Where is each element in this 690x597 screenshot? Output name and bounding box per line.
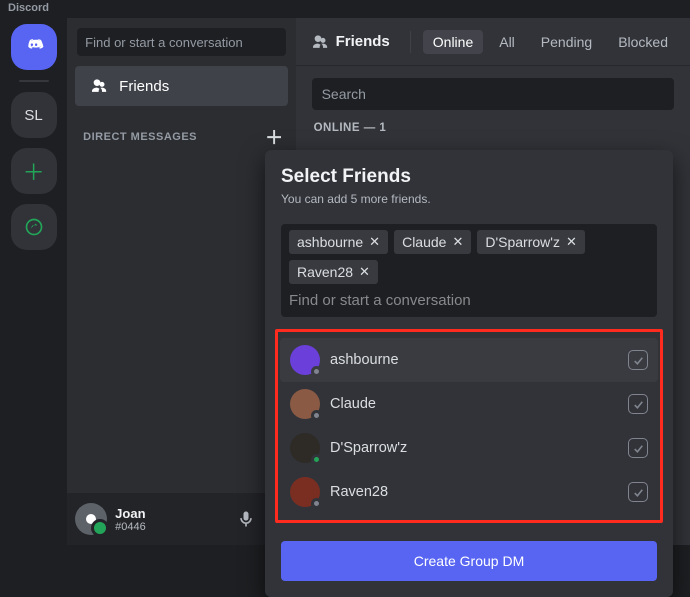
- status-offline-icon: [311, 366, 322, 377]
- friend-row[interactable]: ashbourne: [280, 338, 658, 382]
- friends-nav-button[interactable]: Friends: [75, 66, 287, 106]
- friends-icon: [308, 32, 328, 52]
- create-group-dm-button[interactable]: Create Group DM: [281, 541, 657, 581]
- friend-name: Raven28: [330, 484, 388, 500]
- user-tag: #0446: [115, 521, 146, 533]
- status-online-icon: [311, 454, 322, 465]
- friends-topbar: Friends Online All Pending Blocked: [296, 18, 690, 66]
- friend-checkbox[interactable]: [628, 438, 648, 458]
- window-titlebar: Discord: [0, 0, 690, 18]
- discord-logo-icon: [22, 35, 46, 59]
- guild-sl[interactable]: SL: [11, 92, 57, 138]
- chip-label: Raven28: [297, 264, 353, 280]
- chip-raven28[interactable]: Raven28 ✕: [289, 260, 378, 284]
- popover-search-input[interactable]: Find or start a conversation: [289, 284, 649, 309]
- chip-label: Claude: [402, 234, 446, 250]
- tab-blocked[interactable]: Blocked: [608, 30, 678, 54]
- friends-nav-label: Friends: [119, 78, 169, 95]
- create-dm-button[interactable]: ＋: [265, 124, 284, 150]
- remove-chip-icon[interactable]: ✕: [369, 234, 380, 250]
- tab-pending[interactable]: Pending: [531, 30, 602, 54]
- selected-chips: ashbourne ✕ Claude ✕ D'Sparrow'z ✕ Raven28 ✕: [289, 230, 649, 284]
- remove-chip-icon[interactable]: ✕: [359, 264, 370, 280]
- guild-separator: [19, 80, 49, 82]
- status-offline-icon: [311, 498, 322, 509]
- friend-avatar: [290, 345, 320, 375]
- popover-subtitle: You can add 5 more friends.: [281, 192, 657, 206]
- add-server-button[interactable]: ＋: [11, 148, 57, 194]
- check-icon: [632, 442, 645, 455]
- status-offline-icon: [311, 410, 322, 421]
- user-name: Joan: [115, 506, 146, 521]
- remove-chip-icon[interactable]: ✕: [452, 234, 463, 250]
- friend-name: ashbourne: [330, 352, 399, 368]
- friend-row[interactable]: Claude: [280, 382, 658, 426]
- dm-section: Friends: [67, 64, 295, 108]
- user-info[interactable]: Joan #0446: [115, 506, 146, 533]
- guild-list: SL ＋: [0, 18, 67, 545]
- friend-name: Claude: [330, 396, 376, 412]
- friends-search-input[interactable]: Search: [312, 78, 674, 110]
- popover-search[interactable]: ashbourne ✕ Claude ✕ D'Sparrow'z ✕ Raven28 ✕ Fi…: [281, 224, 657, 317]
- tab-separator: [410, 31, 411, 53]
- chip-label: D'Sparrow'z: [485, 234, 560, 250]
- friends-header: Friends: [308, 32, 398, 52]
- check-icon: [632, 354, 645, 367]
- friends-header-label: Friends: [336, 33, 390, 50]
- home-button[interactable]: [11, 24, 57, 70]
- check-icon: [632, 398, 645, 411]
- friends-icon: [87, 76, 107, 96]
- check-icon: [632, 486, 645, 499]
- user-panel: Joan #0446: [67, 493, 295, 545]
- tab-online[interactable]: Online: [423, 30, 483, 54]
- friend-name: D'Sparrow'z: [330, 440, 407, 456]
- chip-d-sparrow-z[interactable]: D'Sparrow'z ✕: [477, 230, 585, 254]
- explore-servers-button[interactable]: [11, 204, 57, 250]
- chip-ashbourne[interactable]: ashbourne ✕: [289, 230, 388, 254]
- select-friends-popover: Select Friends You can add 5 more friend…: [265, 150, 673, 597]
- chip-claude[interactable]: Claude ✕: [394, 230, 471, 254]
- user-avatar[interactable]: [75, 503, 107, 535]
- direct-messages-header: DIRECT MESSAGES ＋: [67, 108, 295, 154]
- microphone-icon[interactable]: [236, 509, 256, 529]
- friend-avatar: [290, 477, 320, 507]
- remove-chip-icon[interactable]: ✕: [566, 234, 577, 250]
- dm-search-input[interactable]: Find or start a conversation: [77, 28, 285, 56]
- friend-checkbox[interactable]: [628, 350, 648, 370]
- friend-row[interactable]: Raven28: [280, 470, 658, 514]
- friend-checkbox[interactable]: [628, 482, 648, 502]
- chip-label: ashbourne: [297, 234, 363, 250]
- friend-row[interactable]: D'Sparrow'z: [280, 426, 658, 470]
- online-count-header: ONLINE — 1: [296, 122, 690, 134]
- dm-sidebar: Find or start a conversation Friends DIR…: [67, 18, 295, 545]
- tab-all[interactable]: All: [489, 30, 525, 54]
- friend-avatar: [290, 433, 320, 463]
- popover-title: Select Friends: [281, 166, 657, 188]
- direct-messages-label: DIRECT MESSAGES: [83, 131, 197, 143]
- discord-logo-icon: [81, 509, 101, 529]
- plus-icon: ＋: [23, 155, 45, 187]
- compass-icon: [24, 217, 44, 237]
- friend-select-list: ashbourne Claude D'Sparrow'z Raven28: [275, 329, 663, 523]
- friend-avatar: [290, 389, 320, 419]
- friend-checkbox[interactable]: [628, 394, 648, 414]
